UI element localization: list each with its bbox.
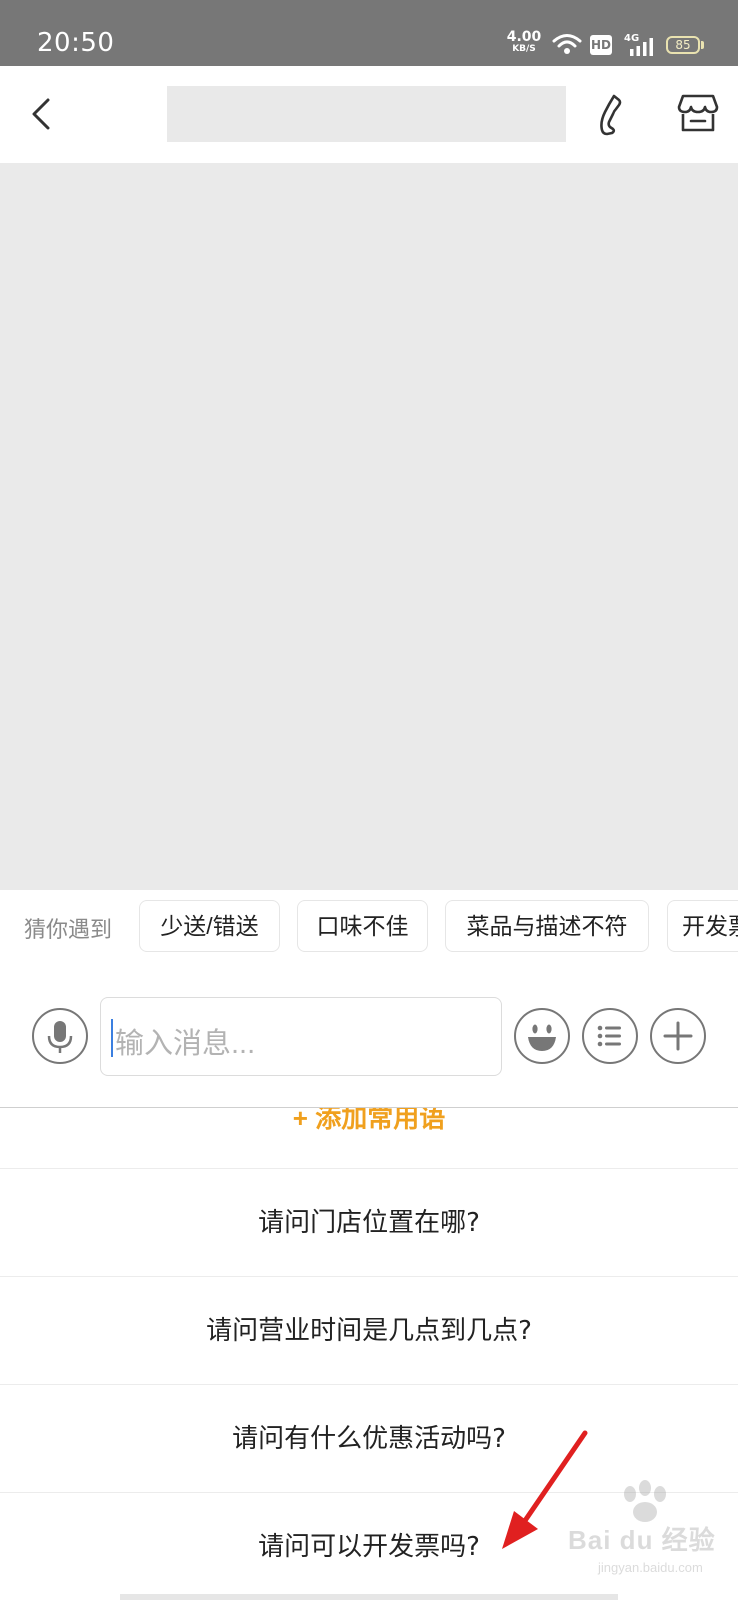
microphone-icon <box>47 1021 73 1053</box>
emoji-icon <box>528 1024 556 1051</box>
chat-header <box>0 66 738 163</box>
message-composer: 输入消息... <box>0 970 738 1108</box>
status-time: 20:50 <box>37 28 115 58</box>
battery-level: 85 <box>675 38 691 52</box>
phrase-item[interactable]: 请问门店位置在哪? <box>0 1168 738 1276</box>
network-speed-unit: KB/S <box>512 44 536 54</box>
wifi-icon <box>552 34 582 54</box>
text-caret <box>111 1019 113 1057</box>
more-button[interactable] <box>650 1008 706 1064</box>
phrase-item[interactable]: 请问有什么优惠活动吗? <box>0 1384 738 1492</box>
battery-icon: 85 <box>666 36 700 54</box>
home-indicator <box>120 1594 618 1600</box>
add-common-phrase-button[interactable]: + 添加常用语 <box>0 1108 738 1146</box>
suggestions-label: 猜你遇到 <box>24 917 113 942</box>
suggestion-chip[interactable]: 口味不佳 <box>297 900 428 952</box>
suggestion-chip[interactable]: 菜品与描述不符 <box>445 900 649 952</box>
phrase-item[interactable]: 请问营业时间是几点到几点? <box>0 1276 738 1384</box>
call-button[interactable] <box>592 92 634 136</box>
message-input-placeholder: 输入消息... <box>115 1028 256 1060</box>
paw-logo-icon <box>624 1480 666 1522</box>
phone-icon <box>600 94 622 136</box>
watermark-text: Bai du 经验 <box>568 1525 716 1555</box>
chevron-left-icon <box>32 98 50 130</box>
suggestion-chip[interactable]: 开发票 <box>667 900 738 952</box>
plus-icon <box>663 1021 693 1051</box>
battery-tip <box>701 41 704 49</box>
message-input[interactable]: 输入消息... <box>100 997 502 1076</box>
signal-icon <box>630 38 653 56</box>
watermark-subtext: jingyan.baidu.com <box>598 1560 703 1575</box>
status-bar: 20:50 4.00 KB/S HD 4G 85 <box>0 0 738 66</box>
baidu-jingyan-watermark: Bai du 经验 jingyan.baidu.com <box>562 1480 722 1590</box>
quick-suggestions: 猜你遇到 少送/错送 口味不佳 菜品与描述不符 开发票 <box>0 890 738 970</box>
emoji-button[interactable] <box>514 1008 570 1064</box>
network-speed-value: 4.00 <box>506 29 542 45</box>
voice-button[interactable] <box>32 1008 88 1064</box>
store-button[interactable] <box>675 92 721 136</box>
chat-title-redacted <box>167 86 566 142</box>
hd-badge: HD <box>590 35 612 55</box>
chat-message-area[interactable] <box>0 163 738 890</box>
quick-phrases-button[interactable] <box>582 1008 638 1064</box>
back-button[interactable] <box>24 94 60 134</box>
store-icon <box>677 94 719 132</box>
network-speed: 4.00 KB/S <box>504 30 544 54</box>
list-icon <box>597 1025 621 1047</box>
suggestion-chip[interactable]: 少送/错送 <box>139 900 280 952</box>
